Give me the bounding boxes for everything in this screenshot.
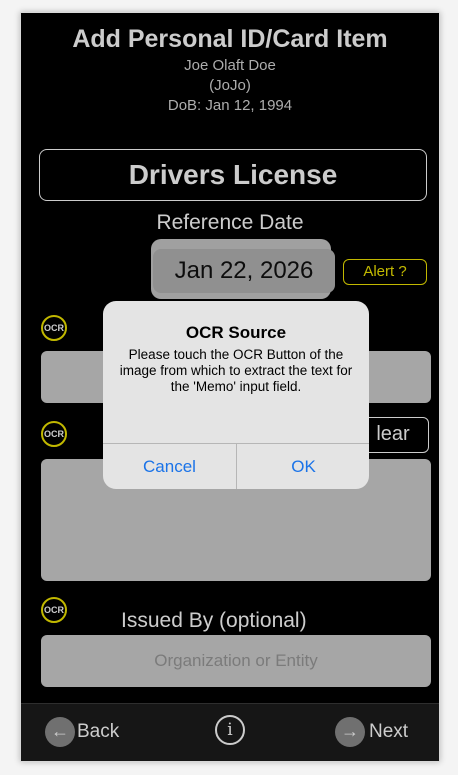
cancel-button[interactable]: Cancel <box>103 444 236 489</box>
ocr-source-dialog: OCR Source Please touch the OCR Button o… <box>103 301 369 489</box>
app-screen: Add Personal ID/Card Item Joe Olaft Doe … <box>20 12 440 762</box>
dialog-message: Please touch the OCR Button of the image… <box>119 347 353 394</box>
dialog-title: OCR Source <box>185 323 287 342</box>
ok-button[interactable]: OK <box>237 444 369 489</box>
